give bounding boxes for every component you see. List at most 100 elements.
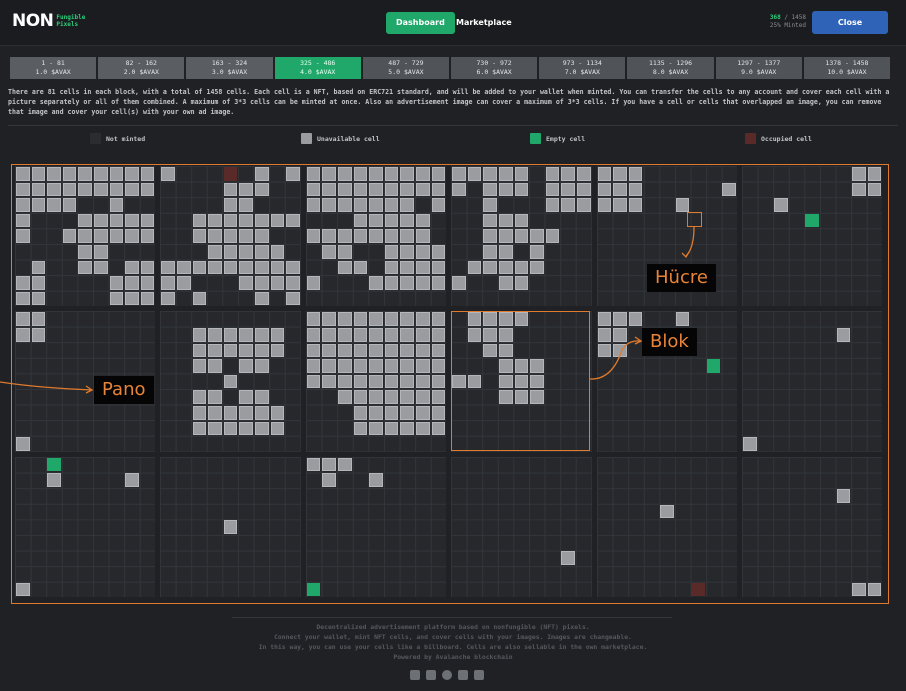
unavailable-cell[interactable] [400,421,414,436]
board-block[interactable] [742,456,883,598]
unavailable-cell[interactable] [597,343,612,358]
unavailable-cell[interactable] [239,421,253,436]
unavailable-cell[interactable] [16,229,30,243]
unavailable-cell[interactable] [322,359,336,373]
unavailable-cell[interactable] [545,182,560,197]
unavailable-cell[interactable] [561,198,575,212]
price-tab[interactable]: 82 - 162 2.0 $AVAX [98,57,185,79]
unavailable-cell[interactable] [176,276,191,290]
unavailable-cell[interactable] [384,245,399,259]
unavailable-cell[interactable] [192,213,207,228]
unavailable-cell[interactable] [498,167,513,181]
unavailable-cell[interactable] [254,421,269,436]
unavailable-cell[interactable] [400,327,414,342]
unavailable-cell[interactable] [400,374,414,389]
unavailable-cell[interactable] [16,182,30,197]
medium-icon[interactable] [458,670,468,680]
unavailable-cell[interactable] [94,182,108,197]
unavailable-cell[interactable] [208,229,222,243]
unavailable-cell[interactable] [208,260,222,275]
unavailable-cell[interactable] [431,198,446,212]
unavailable-cell[interactable] [270,421,285,436]
unavailable-cell[interactable] [384,213,399,228]
unavailable-cell[interactable] [254,167,269,181]
unavailable-cell[interactable] [78,213,92,228]
board-block[interactable] [451,166,592,307]
unavailable-cell[interactable] [337,457,352,472]
unavailable-cell[interactable] [306,457,321,472]
unavailable-cell[interactable] [239,229,253,243]
unavailable-cell[interactable] [400,343,414,358]
telegram-icon[interactable] [442,670,452,680]
unavailable-cell[interactable] [452,182,466,197]
unavailable-cell[interactable] [675,198,690,212]
unavailable-cell[interactable] [254,359,269,373]
unavailable-cell[interactable] [483,213,497,228]
unavailable-cell[interactable] [270,343,285,358]
board-block[interactable] [160,166,301,307]
discord-icon[interactable] [426,670,436,680]
unavailable-cell[interactable] [431,421,446,436]
unavailable-cell[interactable] [239,276,253,290]
unavailable-cell[interactable] [514,229,529,243]
unavailable-cell[interactable] [31,167,46,181]
unavailable-cell[interactable] [140,229,155,243]
unavailable-cell[interactable] [47,167,61,181]
unavailable-cell[interactable] [369,167,383,181]
unavailable-cell[interactable] [223,198,238,212]
unavailable-cell[interactable] [722,182,736,197]
unavailable-cell[interactable] [384,327,399,342]
board-block[interactable] [742,166,883,307]
unavailable-cell[interactable] [415,405,430,420]
unavailable-cell[interactable] [109,213,124,228]
unavailable-cell[interactable] [498,213,513,228]
unavailable-cell[interactable] [836,488,851,503]
unavailable-cell[interactable] [16,291,30,306]
unavailable-cell[interactable] [109,167,124,181]
unavailable-cell[interactable] [78,260,92,275]
nav-marketplace-link[interactable]: Marketplace [446,12,522,34]
unavailable-cell[interactable] [78,167,92,181]
unavailable-cell[interactable] [192,291,207,306]
unavailable-cell[interactable] [431,390,446,404]
unavailable-cell[interactable] [545,167,560,181]
unavailable-cell[interactable] [223,421,238,436]
unavailable-cell[interactable] [613,182,627,197]
unavailable-cell[interactable] [16,312,30,326]
unavailable-cell[interactable] [369,276,383,290]
unavailable-cell[interactable] [400,245,414,259]
unavailable-cell[interactable] [597,182,612,197]
price-tab[interactable]: 1135 - 1296 8.0 $AVAX [627,57,714,79]
unavailable-cell[interactable] [530,260,544,275]
unavailable-cell[interactable] [852,167,866,181]
unavailable-cell[interactable] [31,182,46,197]
unavailable-cell[interactable] [161,276,175,290]
price-tab-active[interactable]: 325 - 486 4.0 $AVAX [274,57,361,79]
unavailable-cell[interactable] [675,312,690,326]
occupied-cell[interactable] [223,167,238,181]
unavailable-cell[interactable] [62,229,77,243]
unavailable-cell[interactable] [369,229,383,243]
unavailable-cell[interactable] [628,167,643,181]
unavailable-cell[interactable] [400,312,414,326]
unavailable-cell[interactable] [239,182,253,197]
unavailable-cell[interactable] [140,291,155,306]
price-tab[interactable]: 730 - 972 6.0 $AVAX [451,57,538,79]
unavailable-cell[interactable] [322,374,336,389]
unavailable-cell[interactable] [322,198,336,212]
unavailable-cell[interactable] [431,405,446,420]
unavailable-cell[interactable] [384,359,399,373]
unavailable-cell[interactable] [415,390,430,404]
unavailable-cell[interactable] [322,229,336,243]
price-tab[interactable]: 1 - 81 1.0 $AVAX [10,57,97,79]
unavailable-cell[interactable] [836,327,851,342]
price-tab[interactable]: 487 - 729 5.0 $AVAX [362,57,450,79]
unavailable-cell[interactable] [384,198,399,212]
unavailable-cell[interactable] [400,213,414,228]
unavailable-cell[interactable] [415,260,430,275]
unavailable-cell[interactable] [31,198,46,212]
unavailable-cell[interactable] [400,198,414,212]
unavailable-cell[interactable] [192,343,207,358]
unavailable-cell[interactable] [192,359,207,373]
unavailable-cell[interactable] [306,167,321,181]
